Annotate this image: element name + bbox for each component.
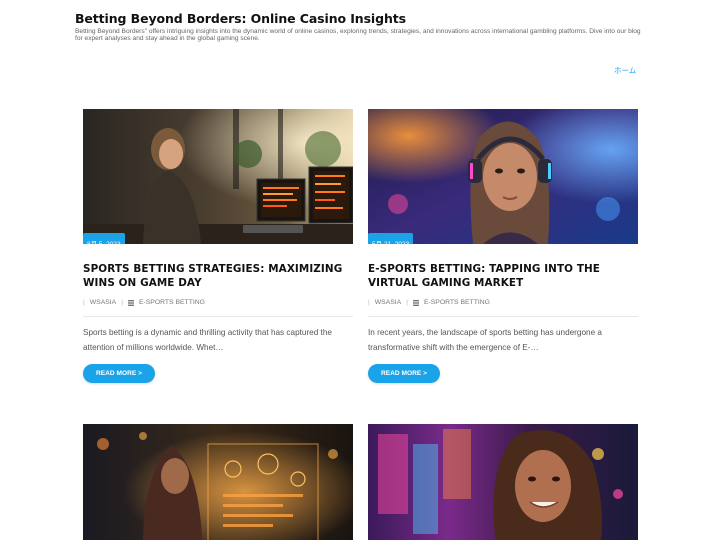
post-thumbnail[interactable]: 5月 21, 2023 [368, 109, 638, 244]
post-title[interactable]: Sports Betting Strategies: Maximizing Wi… [83, 262, 353, 290]
category-icon [412, 299, 419, 306]
post-category-link[interactable]: E-SPORTS BETTING [139, 299, 205, 306]
category-icon [127, 299, 134, 306]
site-description: Betting Beyond Borders" offers intriguin… [75, 28, 641, 43]
post-author-link[interactable]: WSASIA [375, 299, 401, 306]
post-meta: | WSASIA | E-SPORTS BETTING [83, 299, 353, 317]
post-image-woman-slot-machines [368, 424, 638, 540]
post-category-link[interactable]: E-SPORTS BETTING [424, 299, 490, 306]
post-author-link[interactable]: WSASIA [90, 299, 116, 306]
post-card [83, 424, 353, 540]
post-image-gamer-headset [368, 109, 638, 244]
post-excerpt: In recent years, the landscape of sports… [368, 328, 602, 352]
read-more-button[interactable]: READ MORE > [368, 364, 440, 383]
post-excerpt: Sports betting is a dynamic and thrillin… [83, 328, 332, 352]
post-card: 5月 21, 2023 E-Sports Betting: Tapping in… [368, 109, 638, 383]
post-image-woman-trading-screens [83, 109, 353, 244]
read-more-button[interactable]: READ MORE > [83, 364, 155, 383]
site-title[interactable]: Betting Beyond Borders: Online Casino In… [75, 11, 650, 26]
post-thumbnail[interactable]: 8月 5, 2023 [83, 109, 353, 244]
meta-separator: | [83, 299, 85, 306]
post-thumbnail[interactable] [368, 424, 638, 540]
post-card: 8月 5, 2023 Sports Betting Strategies: Ma… [83, 109, 353, 383]
post-meta: | WSASIA | E-SPORTS BETTING [368, 299, 638, 317]
site-header: Betting Beyond Borders: Online Casino In… [75, 11, 650, 43]
post-card [368, 424, 638, 540]
post-thumbnail[interactable] [83, 424, 353, 540]
post-image-hooded-figure-hologram [83, 424, 353, 540]
meta-separator: | [406, 299, 408, 306]
main-nav: ホーム [614, 58, 636, 77]
post-title[interactable]: E-Sports Betting: Tapping into the Virtu… [368, 262, 638, 290]
meta-separator: | [368, 299, 370, 306]
post-date-badge: 8月 5, 2023 [83, 233, 125, 244]
post-date-badge: 5月 21, 2023 [368, 233, 414, 244]
nav-home-link[interactable]: ホーム [614, 66, 636, 75]
meta-separator: | [121, 299, 123, 306]
